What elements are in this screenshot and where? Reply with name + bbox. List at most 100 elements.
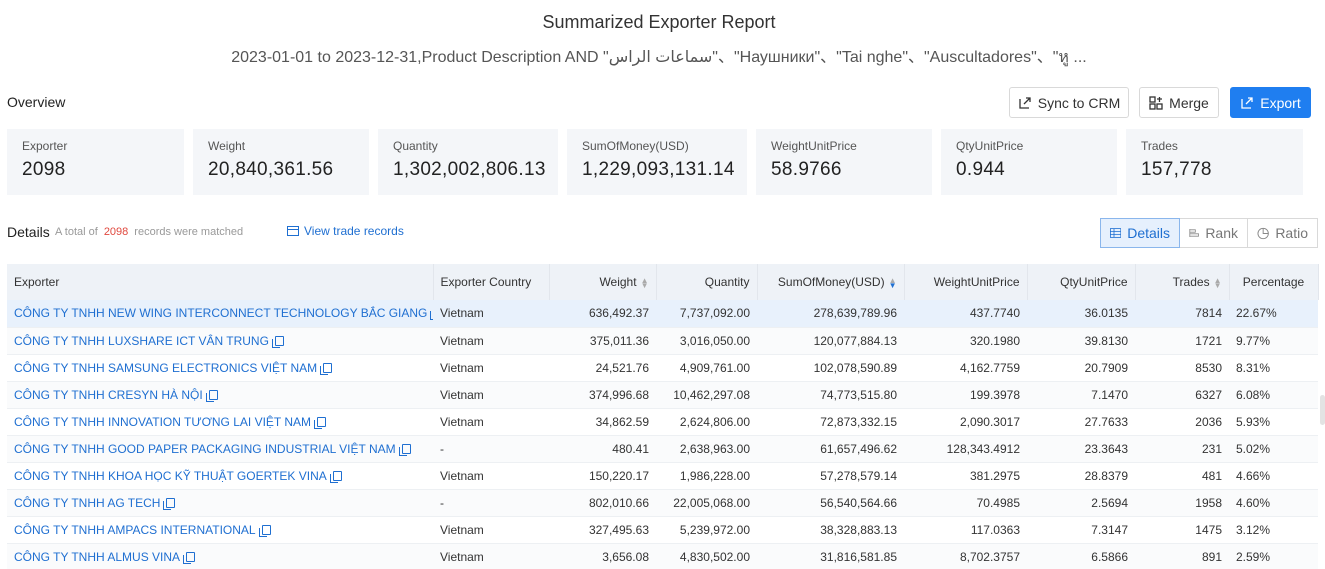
view-trade-records-label: View trade records	[304, 224, 404, 238]
percentage-cell: 9.77%	[1229, 327, 1318, 355]
sort-icon[interactable]: ▲ ▼	[1214, 276, 1222, 289]
exporter-name-link[interactable]: CÔNG TY TNHH SAMSUNG ELECTRONICS VIỆT NA…	[14, 361, 317, 375]
tab-rank[interactable]: Rank	[1180, 218, 1248, 248]
quantity-cell: 10,462,297.08	[656, 381, 757, 409]
column-header-sum-of-money[interactable]: SumOfMoney(USD) ▲ ▼	[757, 264, 905, 300]
rank-icon	[1189, 229, 1199, 237]
copy-icon[interactable]	[205, 389, 218, 402]
country-cell: Vietnam	[433, 327, 549, 355]
table-row[interactable]: CÔNG TY TNHH KHOA HỌC KỸ THUẬT GOERTEK V…	[7, 462, 1318, 490]
exporter-name-cell[interactable]: CÔNG TY TNHH AMPACS INTERNATIONAL	[7, 516, 433, 544]
exporter-name-link[interactable]: CÔNG TY TNHH LUXSHARE ICT VÂN TRUNG	[14, 334, 269, 348]
exporter-name-link[interactable]: CÔNG TY TNHH GOOD PAPER PACKAGING INDUST…	[14, 442, 396, 456]
copy-icon[interactable]	[183, 551, 196, 564]
table-row[interactable]: CÔNG TY TNHH CRESYN HÀ NỘI Vietnam 374,996…	[7, 381, 1318, 409]
merge-label: Merge	[1169, 94, 1209, 111]
column-header-qty-unit-price[interactable]: QtyUnitPrice	[1027, 264, 1136, 300]
copy-icon[interactable]	[271, 335, 284, 348]
column-header-exporter[interactable]: Exporter	[7, 264, 434, 300]
exporter-name-cell[interactable]: CÔNG TY TNHH GOOD PAPER PACKAGING INDUST…	[7, 435, 433, 463]
exporter-name-cell[interactable]: CÔNG TY TNHH NEW WING INTERCONNECT TECHN…	[7, 300, 433, 328]
total-count: 2098	[103, 226, 129, 238]
weight-cell: 375,011.36	[549, 327, 656, 355]
scrollbar-thumb[interactable]	[1320, 395, 1325, 425]
weight-cell: 327,495.63	[549, 516, 656, 544]
exporter-name-link[interactable]: CÔNG TY TNHH CRESYN HÀ NỘI	[14, 388, 203, 402]
country-cell: Vietnam	[433, 300, 549, 328]
stat-value: 58.9766	[771, 159, 842, 180]
card-icon	[287, 226, 299, 236]
stat-value: 2098	[22, 159, 66, 180]
column-header-percentage[interactable]: Percentage	[1229, 264, 1319, 300]
exporter-name-link[interactable]: CÔNG TY TNHH AG TECH	[14, 496, 160, 510]
merge-button[interactable]: Merge	[1139, 87, 1219, 118]
copy-icon[interactable]	[163, 497, 176, 510]
tab-ratio[interactable]: Ratio	[1248, 218, 1318, 248]
stat-exporter: Exporter 2098	[7, 129, 184, 195]
stat-value: 0.944	[956, 159, 1006, 180]
table-row[interactable]: CÔNG TY TNHH INNOVATION TƯƠNG LAI VIỆT N…	[7, 408, 1318, 436]
exporter-name-cell[interactable]: CÔNG TY TNHH CRESYN HÀ NỘI	[7, 381, 433, 409]
copy-icon[interactable]	[329, 470, 342, 483]
stat-quantity: Quantity 1,302,002,806.13	[378, 129, 558, 195]
total-prefix: A total of	[55, 226, 98, 238]
header-label: Percentage	[1242, 275, 1305, 289]
sync-to-crm-button[interactable]: Sync to CRM	[1009, 87, 1129, 118]
exporter-name-link[interactable]: CÔNG TY TNHH AMPACS INTERNATIONAL	[14, 523, 256, 537]
column-header-trades[interactable]: Trades ▲ ▼	[1135, 264, 1230, 300]
copy-icon[interactable]	[320, 362, 333, 375]
qty-unit-price-cell: 27.7633	[1027, 408, 1135, 436]
exporter-name-cell[interactable]: CÔNG TY TNHH INNOVATION TƯƠNG LAI VIỆT N…	[7, 408, 433, 436]
table-row[interactable]: CÔNG TY TNHH AMPACS INTERNATIONAL Vietnam…	[7, 516, 1318, 544]
percentage-cell: 6.08%	[1229, 381, 1318, 409]
exporter-name-cell[interactable]: CÔNG TY TNHH ALMUS VINA	[7, 543, 433, 569]
exporter-name-link[interactable]: CÔNG TY TNHH INNOVATION TƯƠNG LAI VIỆT N…	[14, 415, 311, 429]
tab-details[interactable]: Details	[1100, 218, 1180, 248]
table-row[interactable]: CÔNG TY TNHH AG TECH -802,010.66 22,005,06…	[7, 489, 1318, 517]
column-header-country[interactable]: Exporter Country	[433, 264, 550, 300]
header-label: Quantity	[704, 275, 750, 289]
table-row[interactable]: CÔNG TY TNHH LUXSHARE ICT VÂN TRUNG Vietn…	[7, 327, 1318, 355]
exporter-name-cell[interactable]: CÔNG TY TNHH LUXSHARE ICT VÂN TRUNG	[7, 327, 433, 355]
table-row[interactable]: CÔNG TY TNHH ALMUS VINA Vietnam 3,656.08 4,…	[7, 543, 1318, 569]
column-header-weight-unit-price[interactable]: WeightUnitPrice	[904, 264, 1028, 300]
stat-weight-unit-price: WeightUnitPrice 58.9766	[756, 129, 932, 195]
exporter-name-link[interactable]: CÔNG TY TNHH ALMUS VINA	[14, 550, 180, 564]
column-header-weight[interactable]: Weight ▲ ▼	[549, 264, 657, 300]
stat-value: 1,302,002,806.13	[393, 159, 546, 180]
table-row[interactable]: CÔNG TY TNHH NEW WING INTERCONNECT TECHN…	[7, 300, 1318, 328]
percentage-cell: 5.93%	[1229, 408, 1318, 436]
overview-stats: Exporter 2098 Weight 20,840,361.56 Quant…	[7, 129, 1303, 195]
quantity-cell: 4,909,761.00	[656, 354, 757, 382]
country-cell: -	[433, 435, 549, 463]
exporter-name-link[interactable]: CÔNG TY TNHH NEW WING INTERCONNECT TECHN…	[14, 306, 427, 320]
percentage-cell: 8.31%	[1229, 354, 1318, 382]
tab-ratio-label: Ratio	[1275, 225, 1308, 241]
copy-icon[interactable]	[314, 416, 327, 429]
export-label: Export	[1260, 94, 1301, 111]
copy-icon[interactable]	[398, 443, 411, 456]
exporter-name-cell[interactable]: CÔNG TY TNHH SAMSUNG ELECTRONICS VIỆT NA…	[7, 354, 433, 382]
sum-of-money-cell: 57,278,579.14	[757, 462, 904, 490]
exporter-name-cell[interactable]: CÔNG TY TNHH KHOA HỌC KỸ THUẬT GOERTEK V…	[7, 462, 433, 490]
trades-cell: 1475	[1135, 516, 1229, 544]
sort-icon[interactable]: ▲ ▼	[641, 276, 649, 289]
details-heading: Details	[7, 224, 50, 240]
sort-desc-icon[interactable]: ▲ ▼	[889, 276, 897, 289]
trades-cell: 891	[1135, 543, 1229, 569]
export-button[interactable]: Export	[1230, 87, 1311, 118]
qty-unit-price-cell: 23.3643	[1027, 435, 1135, 463]
table-row[interactable]: CÔNG TY TNHH SAMSUNG ELECTRONICS VIỆT NA…	[7, 354, 1318, 382]
column-header-quantity[interactable]: Quantity	[656, 264, 758, 300]
table-row[interactable]: CÔNG TY TNHH GOOD PAPER PACKAGING INDUST…	[7, 435, 1318, 463]
exporter-name-cell[interactable]: CÔNG TY TNHH AG TECH	[7, 489, 433, 517]
exporter-name-link[interactable]: CÔNG TY TNHH KHOA HỌC KỸ THUẬT GOERTEK V…	[14, 469, 327, 483]
copy-icon[interactable]	[258, 524, 271, 537]
stat-label: Trades	[1141, 139, 1178, 153]
stat-trades: Trades 157,778	[1126, 129, 1303, 195]
weight-unit-price-cell: 117.0363	[904, 516, 1027, 544]
view-trade-records-link[interactable]: View trade records	[287, 224, 404, 238]
stat-label: Quantity	[393, 139, 438, 153]
sum-of-money-cell: 61,657,496.62	[757, 435, 904, 463]
weight-cell: 24,521.76	[549, 354, 656, 382]
